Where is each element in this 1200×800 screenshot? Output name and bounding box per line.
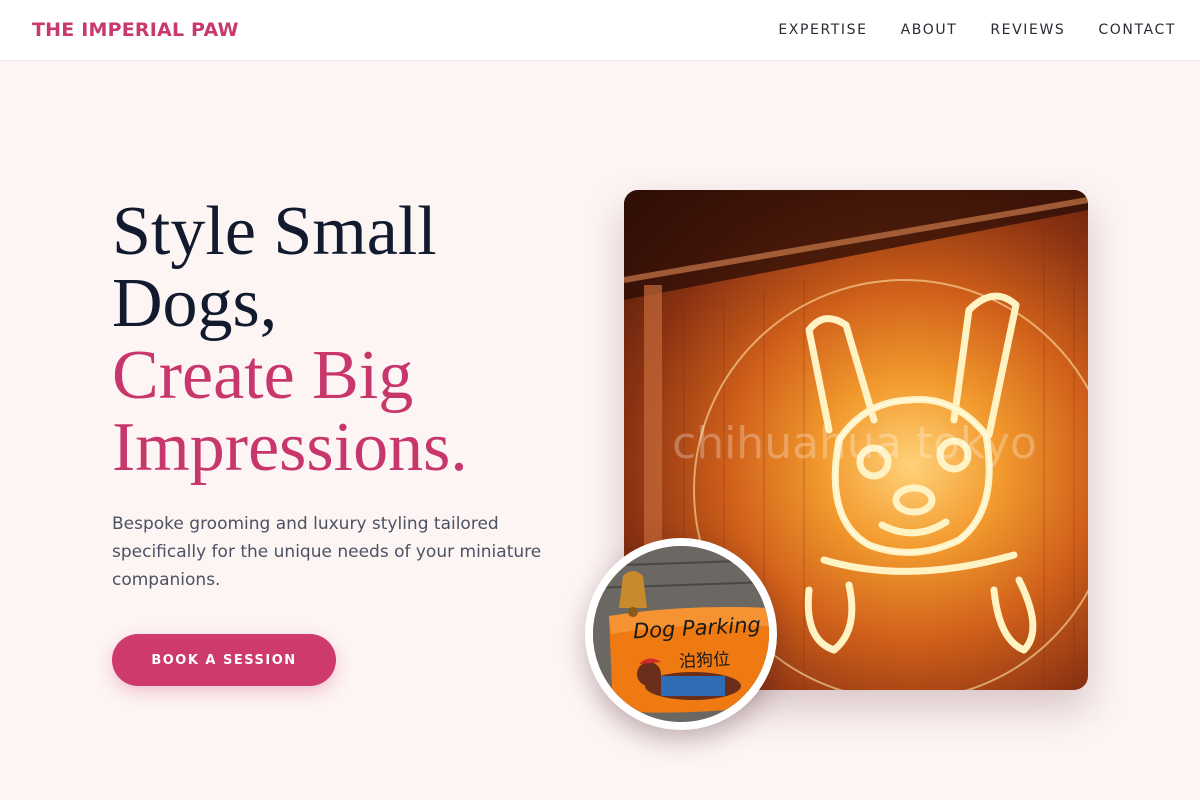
top-navbar: THE IMPERIAL PAW EXPERTISE ABOUT REVIEWS… (0, 0, 1200, 61)
nav-link-about[interactable]: ABOUT (901, 22, 958, 38)
inset-sign-kanji: 泊狗位 (678, 649, 731, 673)
main-nav: EXPERTISE ABOUT REVIEWS CONTACT (778, 22, 1176, 38)
nav-link-contact[interactable]: CONTACT (1098, 22, 1176, 38)
nav-link-reviews[interactable]: REVIEWS (990, 22, 1065, 38)
headline-accent-line-2: Impressions. (112, 409, 468, 486)
book-session-button[interactable]: BOOK A SESSION (112, 634, 336, 686)
headline-line-2: Dogs, (112, 265, 278, 342)
brand-logo[interactable]: THE IMPERIAL PAW (32, 19, 239, 41)
hero-headline: Style Small Dogs, Create Big Impressions… (112, 196, 552, 484)
headline-line-1: Style Small (112, 193, 437, 270)
hero-subtext: Bespoke grooming and luxury styling tail… (112, 514, 542, 590)
image-watermark: chihuahua tokyo (672, 418, 1037, 469)
headline-accent-line-1: Create Big (112, 337, 414, 414)
hero-section: Style Small Dogs, Create Big Impressions… (112, 196, 552, 686)
nav-link-expertise[interactable]: EXPERTISE (778, 22, 867, 38)
inset-circle-image: Dog Parking 泊狗位 (585, 538, 777, 730)
